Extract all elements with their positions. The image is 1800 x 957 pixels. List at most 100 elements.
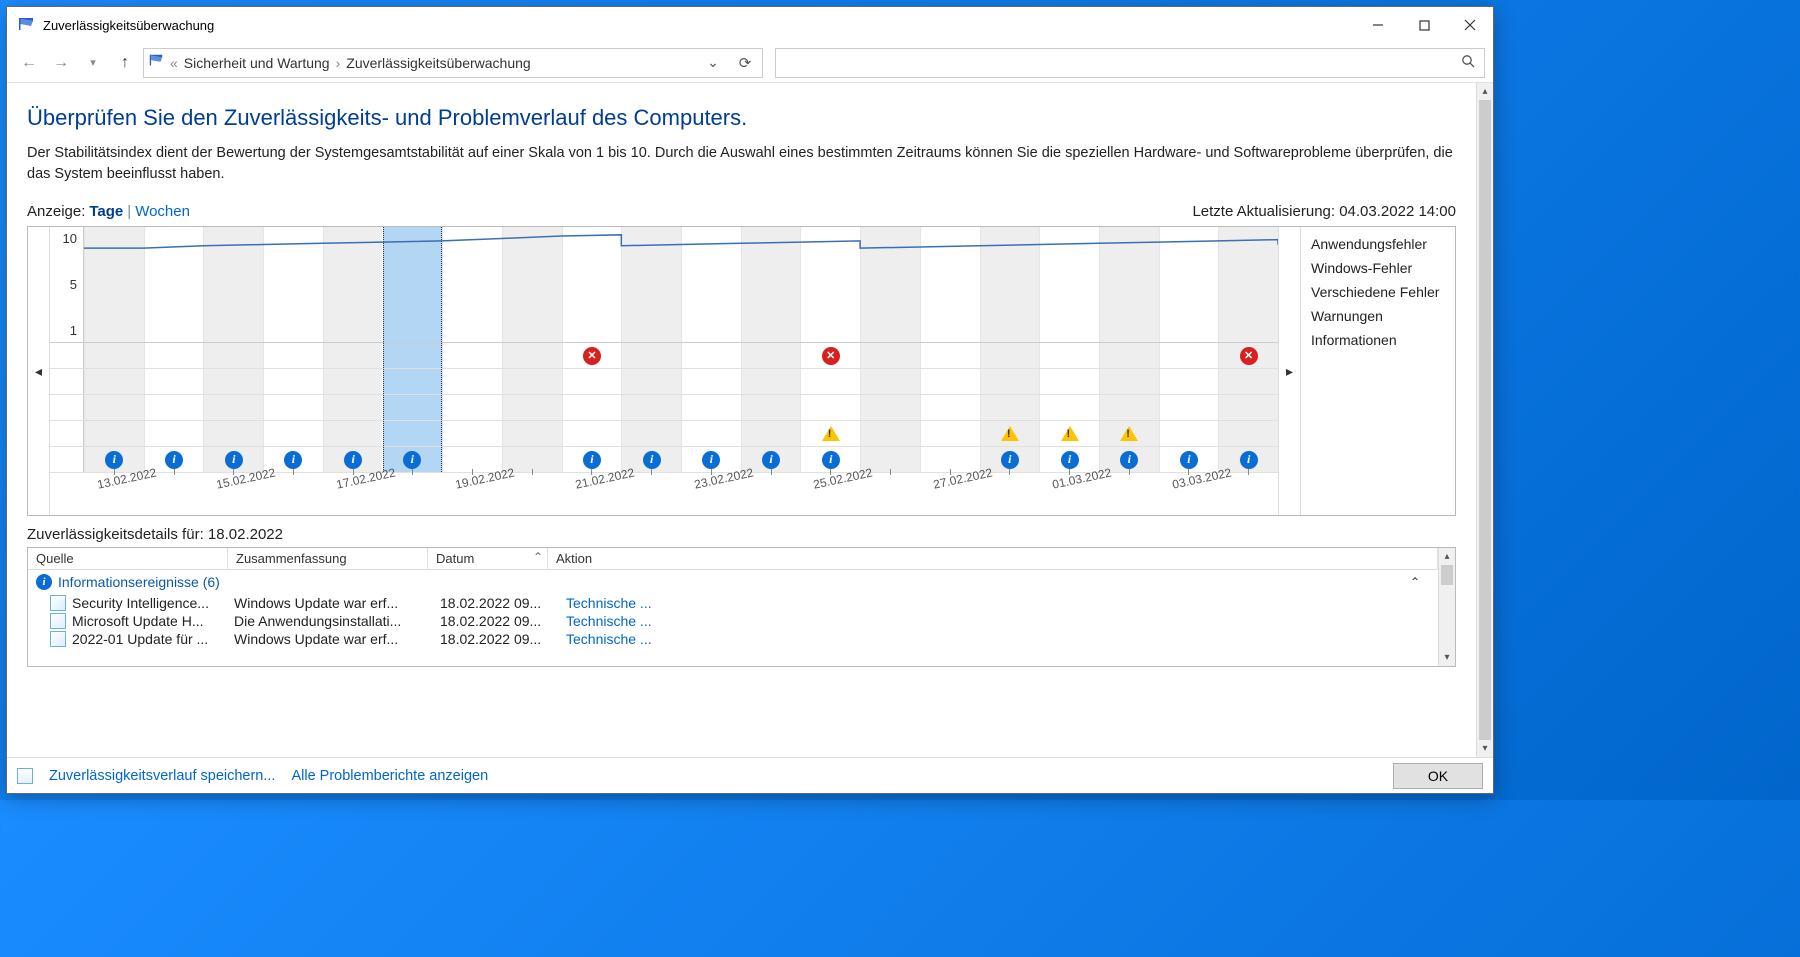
event-cell[interactable]: [144, 421, 204, 446]
event-cell[interactable]: [383, 421, 443, 446]
content-scrollbar[interactable]: ▴ ▾: [1476, 83, 1493, 757]
save-history-link[interactable]: Zuverlässigkeitsverlauf speichern...: [49, 768, 275, 784]
chart-day-column[interactable]: [1039, 227, 1099, 342]
event-cell[interactable]: [1039, 343, 1099, 368]
chart-day-column[interactable]: [860, 227, 920, 342]
event-cell[interactable]: [980, 395, 1040, 420]
event-cell[interactable]: [860, 343, 920, 368]
chart-day-column[interactable]: [741, 227, 801, 342]
collapse-icon[interactable]: ⌃: [1410, 575, 1430, 589]
technical-details-link[interactable]: Technische ...: [566, 613, 660, 629]
chart-day-column[interactable]: [1099, 227, 1159, 342]
view-days-link[interactable]: Tage: [89, 203, 123, 220]
event-cell[interactable]: [84, 343, 144, 368]
event-cell[interactable]: [263, 343, 323, 368]
event-cell[interactable]: [84, 369, 144, 394]
chart-day-column[interactable]: [84, 227, 144, 342]
chart-day-column[interactable]: [323, 227, 383, 342]
event-cell[interactable]: [621, 343, 681, 368]
event-cell[interactable]: [562, 421, 622, 446]
chart-day-column[interactable]: [681, 227, 741, 342]
chart-day-column[interactable]: [621, 227, 681, 342]
chart-scroll-right-button[interactable]: ▸: [1278, 227, 1300, 515]
chart-day-column[interactable]: [144, 227, 204, 342]
event-cell[interactable]: [1099, 343, 1159, 368]
event-cell[interactable]: [323, 369, 383, 394]
event-cell[interactable]: [1159, 421, 1219, 446]
event-cell[interactable]: [263, 395, 323, 420]
event-cell[interactable]: [741, 421, 801, 446]
search-box[interactable]: [775, 48, 1485, 78]
event-cell[interactable]: [860, 421, 920, 446]
event-cell[interactable]: [144, 343, 204, 368]
event-cell[interactable]: [502, 395, 562, 420]
event-cell[interactable]: [741, 369, 801, 394]
event-cell[interactable]: [144, 395, 204, 420]
event-cell[interactable]: [860, 369, 920, 394]
event-cell[interactable]: [502, 421, 562, 446]
event-cell[interactable]: [502, 369, 562, 394]
address-bar[interactable]: « Sicherheit und Wartung › Zuverlässigke…: [143, 48, 763, 78]
event-cell[interactable]: [1218, 421, 1278, 446]
event-cell[interactable]: [442, 343, 502, 368]
chart-day-column[interactable]: [263, 227, 323, 342]
event-cell[interactable]: [1218, 395, 1278, 420]
event-cell[interactable]: [203, 369, 263, 394]
event-cell[interactable]: [1159, 343, 1219, 368]
minimize-button[interactable]: [1355, 7, 1401, 43]
event-cell[interactable]: [1159, 369, 1219, 394]
close-button[interactable]: [1447, 7, 1493, 43]
event-cell[interactable]: [84, 395, 144, 420]
event-cell[interactable]: [263, 369, 323, 394]
ok-button[interactable]: OK: [1393, 763, 1483, 789]
nav-back-button[interactable]: ←: [15, 49, 43, 77]
event-cell[interactable]: [1099, 395, 1159, 420]
col-header-quelle[interactable]: Quelle: [28, 548, 228, 569]
event-cell[interactable]: [681, 343, 741, 368]
event-cell[interactable]: [442, 369, 502, 394]
breadcrumb-part-security[interactable]: Sicherheit und Wartung: [184, 55, 330, 71]
event-cell[interactable]: [980, 369, 1040, 394]
event-cell[interactable]: [383, 343, 443, 368]
maximize-button[interactable]: [1401, 7, 1447, 43]
chart-scroll-left-button[interactable]: ◂: [28, 227, 50, 515]
chart-day-column[interactable]: [980, 227, 1040, 342]
event-cell[interactable]: [84, 421, 144, 446]
event-cell[interactable]: [920, 343, 980, 368]
event-cell[interactable]: [1099, 421, 1159, 446]
event-cell[interactable]: [621, 395, 681, 420]
chart-day-column[interactable]: [383, 227, 443, 342]
event-cell[interactable]: [144, 369, 204, 394]
event-cell[interactable]: [323, 421, 383, 446]
nav-recent-button[interactable]: ▾: [79, 49, 107, 77]
breadcrumb-part-reliability[interactable]: Zuverlässigkeitsüberwachung: [346, 55, 530, 71]
chart-day-column[interactable]: [562, 227, 622, 342]
scroll-down-icon[interactable]: ▾: [1477, 740, 1493, 757]
event-cell[interactable]: [980, 343, 1040, 368]
event-cell[interactable]: [800, 369, 860, 394]
event-cell[interactable]: [203, 421, 263, 446]
event-cell[interactable]: [980, 421, 1040, 446]
event-cell[interactable]: [1039, 395, 1099, 420]
event-cell[interactable]: [1039, 369, 1099, 394]
event-cell[interactable]: [741, 343, 801, 368]
event-cell[interactable]: [681, 395, 741, 420]
chart-day-column[interactable]: [920, 227, 980, 342]
nav-up-button[interactable]: ↑: [111, 49, 139, 77]
event-cell[interactable]: [1218, 369, 1278, 394]
event-cell[interactable]: [383, 369, 443, 394]
event-cell[interactable]: [621, 421, 681, 446]
event-cell[interactable]: [1039, 421, 1099, 446]
scroll-up-icon[interactable]: ▴: [1477, 83, 1493, 100]
event-cell[interactable]: [920, 395, 980, 420]
event-cell[interactable]: [1218, 343, 1278, 368]
event-cell[interactable]: [263, 421, 323, 446]
col-header-aktion[interactable]: Aktion: [548, 548, 1438, 569]
detail-row[interactable]: Microsoft Update H...Die Anwendungsinsta…: [28, 612, 1438, 630]
chart-day-column[interactable]: [1218, 227, 1278, 342]
event-cell[interactable]: [442, 395, 502, 420]
scroll-thumb[interactable]: [1479, 100, 1491, 740]
event-cell[interactable]: [681, 421, 741, 446]
event-cell[interactable]: [502, 343, 562, 368]
event-cell[interactable]: [681, 369, 741, 394]
